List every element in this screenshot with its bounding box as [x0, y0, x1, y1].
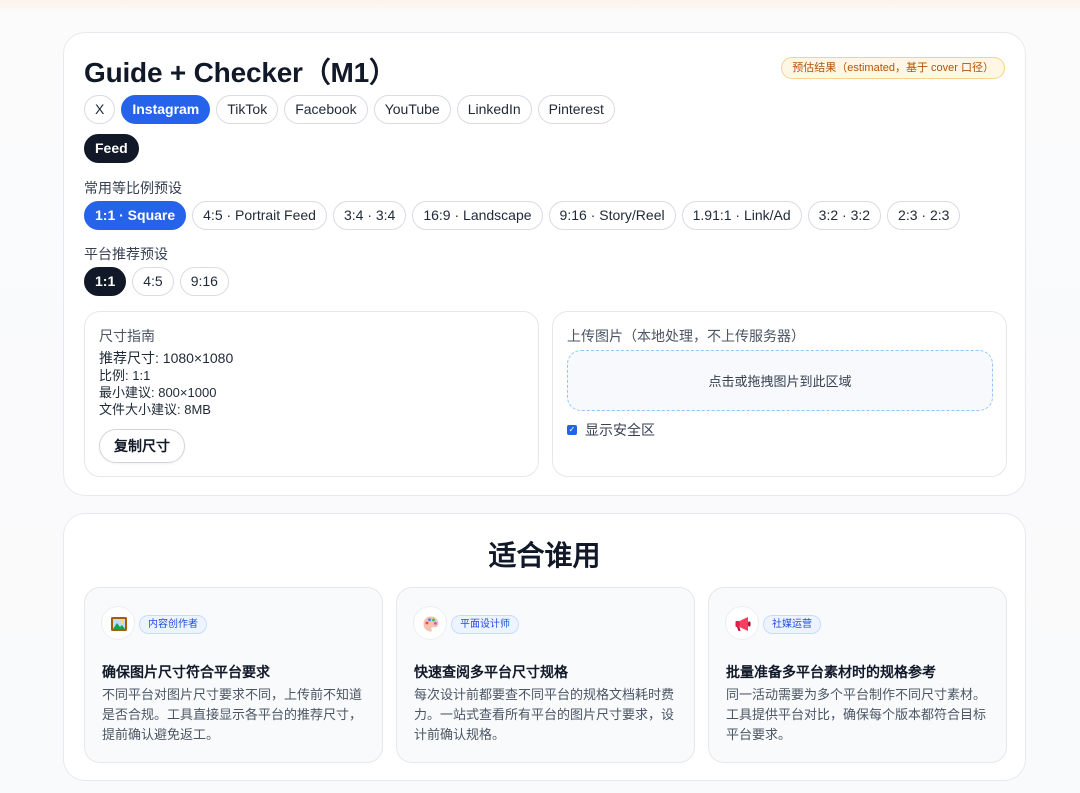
preset-3-2[interactable]: 3:2 · 3:2 [807, 201, 882, 230]
preset-1-1-square[interactable]: 1:1 · Square [84, 201, 187, 230]
size-guide-heading: 尺寸指南 [99, 328, 155, 344]
persona-title: 批量准备多平台素材时的规格参考 [726, 664, 936, 680]
common-preset-list: 1:1 · Square 4:5 · Portrait Feed 3:4 · 3… [84, 201, 961, 230]
audience-title: 适合谁用 [488, 540, 601, 571]
platform-tab-tiktok[interactable]: TikTok [216, 95, 279, 124]
minimum-size: 最小建议: 800×1000 [99, 385, 217, 400]
persona-description: 每次设计前都要查不同平台的规格文档耗时费力。一站式查看所有平台的图片尺寸要求，设… [414, 687, 675, 742]
platform-tab-youtube[interactable]: YouTube [373, 95, 451, 124]
file-size: 文件大小建议: 8MB [99, 402, 211, 417]
platform-tab-pinterest[interactable]: Pinterest [537, 95, 615, 124]
recommended-size: 推荐尺寸: 1080×1080 [99, 350, 234, 366]
audience-card: 适合谁用 内容创作者 确保图片尺寸符合平台要求 不同平台对图片尺寸要求不同，上传… [63, 513, 1026, 781]
guide-checker-card: Guide + Checker（M1） 预估结果（estimated，基于 co… [63, 32, 1026, 496]
platform-tabs: X Instagram TikTok Facebook YouTube Link… [84, 95, 615, 124]
platform-presets-label: 平台推荐预设 [84, 246, 168, 262]
platform-preset-list: 1:1 4:5 9:16 [84, 267, 229, 296]
platform-tab-instagram[interactable]: Instagram [121, 95, 211, 124]
platform-tab-linkedin[interactable]: LinkedIn [456, 95, 532, 124]
placement-tabs: Feed [84, 134, 139, 163]
preset-2-3[interactable]: 2:3 · 2:3 [887, 201, 961, 230]
palette-icon [413, 606, 447, 640]
upload-panel: 上传图片（本地处理，不上传服务器） 点击或拖拽图片到此区域 ✓ 显示安全区 [552, 311, 1007, 477]
safe-zone-toggle[interactable]: ✓ 显示安全区 [567, 420, 655, 440]
aspect-ratio: 比例: 1:1 [99, 368, 151, 383]
persona-title: 快速查阅多平台尺寸规格 [414, 664, 568, 680]
preset-3-4[interactable]: 3:4 · 3:4 [332, 201, 407, 230]
persona-description: 不同平台对图片尺寸要求不同，上传前不知道是否合规。工具直接显示各平台的推荐尺寸，… [102, 687, 363, 742]
persona-tag: 平面设计师 [451, 615, 519, 634]
dropzone-label: 点击或拖拽图片到此区域 [708, 374, 852, 389]
preset-9-16-story-reel[interactable]: 9:16 · Story/Reel [548, 201, 676, 230]
persona-tag: 社媒运营 [763, 615, 821, 634]
platform-preset-1-1[interactable]: 1:1 [84, 267, 127, 296]
estimate-badge: 预估结果（estimated，基于 cover 口径） [781, 57, 1005, 79]
page-title: Guide + Checker（M1） [84, 57, 397, 88]
persona-card-content-creator: 内容创作者 确保图片尺寸符合平台要求 不同平台对图片尺寸要求不同，上传前不知道是… [84, 587, 383, 763]
framed-picture-icon [101, 606, 135, 640]
platform-preset-4-5[interactable]: 4:5 [132, 267, 174, 296]
safe-zone-label: 显示安全区 [585, 422, 655, 438]
persona-card-social-media-ops: 社媒运营 批量准备多平台素材时的规格参考 同一活动需要为多个平台制作不同尺寸素材… [708, 587, 1007, 763]
safe-zone-checkbox[interactable]: ✓ [567, 425, 577, 435]
persona-tag: 内容创作者 [139, 615, 207, 634]
persona-description: 同一活动需要为多个平台制作不同尺寸素材。工具提供平台对比，确保每个版本都符合目标… [726, 687, 987, 742]
preset-1-91-1-link-ad[interactable]: 1.91:1 · Link/Ad [681, 201, 802, 230]
platform-preset-9-16[interactable]: 9:16 [179, 267, 229, 296]
common-presets-label: 常用等比例预设 [84, 180, 182, 196]
size-guide-details: 推荐尺寸: 1080×1080 比例: 1:1 最小建议: 800×1000 文… [99, 350, 233, 418]
megaphone-icon [725, 606, 759, 640]
size-guide-panel: 尺寸指南 推荐尺寸: 1080×1080 比例: 1:1 最小建议: 800×1… [84, 311, 539, 477]
preset-4-5-portrait-feed[interactable]: 4:5 · Portrait Feed [192, 201, 327, 230]
placement-tab-feed[interactable]: Feed [84, 134, 139, 163]
platform-tab-facebook[interactable]: Facebook [284, 95, 368, 124]
persona-card-graphic-designer: 平面设计师 快速查阅多平台尺寸规格 每次设计前都要查不同平台的规格文档耗时费力。… [396, 587, 695, 763]
image-dropzone[interactable]: 点击或拖拽图片到此区域 [567, 350, 993, 411]
upload-heading: 上传图片（本地处理，不上传服务器） [567, 328, 805, 344]
platform-tab-x[interactable]: X [84, 95, 116, 124]
copy-size-button[interactable]: 复制尺寸 [99, 429, 185, 463]
persona-title: 确保图片尺寸符合平台要求 [102, 664, 270, 680]
preset-16-9-landscape[interactable]: 16:9 · Landscape [412, 201, 543, 230]
